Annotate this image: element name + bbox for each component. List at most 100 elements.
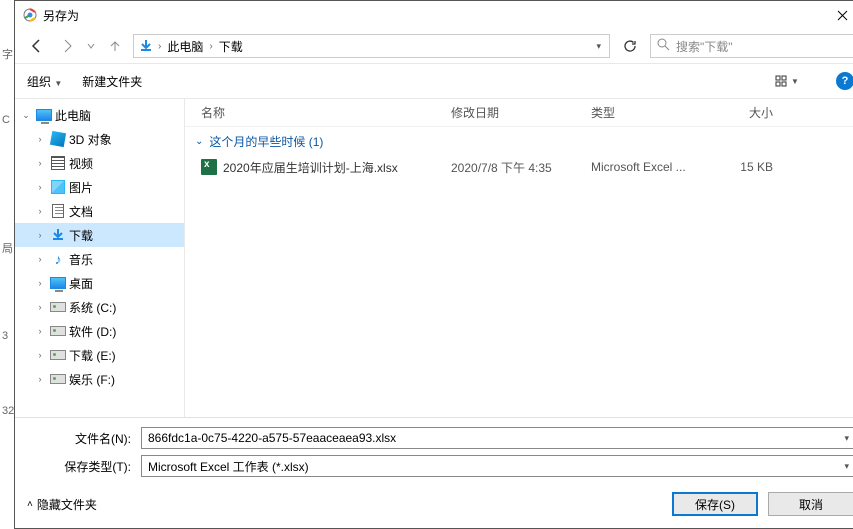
tree-item-label: 娱乐 (F:) <box>69 371 115 388</box>
monitor-icon <box>35 106 53 124</box>
back-button[interactable] <box>25 34 49 58</box>
tree-item-label: 文档 <box>69 203 93 220</box>
filename-input[interactable]: 866fdc1a-0c75-4220-a575-57eaaceaea93.xls… <box>141 427 853 449</box>
drive-icon <box>49 322 67 340</box>
tree-item[interactable]: › 系统 (C:) <box>15 295 184 319</box>
tree-item[interactable]: › 软件 (D:) <box>15 319 184 343</box>
tree-item-label: 音乐 <box>69 251 93 268</box>
bg-letter: 字 <box>2 46 13 62</box>
tree-item[interactable]: › 图片 <box>15 175 184 199</box>
doc-icon <box>49 202 67 220</box>
download-folder-icon <box>138 38 154 54</box>
drive-icon <box>49 370 67 388</box>
file-row[interactable]: 2020年应届生培训计划-上海.xlsx 2020/7/8 下午 4:35Micr… <box>185 156 853 178</box>
address-bar[interactable]: › 此电脑 › 下载 ▾ <box>133 34 610 58</box>
chevron-down-icon: ⌄ <box>195 136 203 147</box>
view-options-button[interactable]: ▼ <box>768 70 806 92</box>
tree-item[interactable]: ›桌面 <box>15 271 184 295</box>
tree-item[interactable]: › 下载 (E:) <box>15 343 184 367</box>
tree-item-label: 系统 (C:) <box>69 299 116 316</box>
expand-icon[interactable]: › <box>33 300 47 314</box>
tree-item-label: 下载 (E:) <box>69 347 116 364</box>
up-button[interactable] <box>103 34 127 58</box>
file-type: Microsoft Excel ... <box>591 160 711 174</box>
expand-icon[interactable]: › <box>33 204 47 218</box>
expand-icon[interactable]: › <box>33 252 47 266</box>
chevron-right-icon: › <box>209 41 212 52</box>
tree-item[interactable]: › 文档 <box>15 199 184 223</box>
titlebar: 另存为 <box>15 1 853 29</box>
expand-icon[interactable]: › <box>33 276 47 290</box>
search-box[interactable]: 搜索"下载" <box>650 34 853 58</box>
file-list-pane: 名称 修改日期 类型 大小 ⌄ 这个月的早些时候 (1) 2020年应届生培训计… <box>185 99 853 417</box>
chrome-icon <box>23 8 37 22</box>
tree-item[interactable]: › 视频 <box>15 151 184 175</box>
search-placeholder: 搜索"下载" <box>676 38 733 55</box>
dialog-footer: ˄ 隐藏文件夹 保存(S) 取消 <box>15 480 853 528</box>
filename-label: 文件名(N): <box>25 430 135 447</box>
search-icon <box>657 38 670 54</box>
drive-icon <box>49 346 67 364</box>
tree-item-label: 下载 <box>69 227 93 244</box>
tree-item[interactable]: › 3D 对象 <box>15 127 184 151</box>
tree-root-this-pc[interactable]: ⌄ 此电脑 <box>15 103 184 127</box>
monitor-icon <box>49 274 67 292</box>
tree-item[interactable]: › 娱乐 (F:) <box>15 367 184 391</box>
save-as-dialog: 另存为 › 此电脑 › 下载 ▾ <box>14 0 853 529</box>
drive-icon <box>49 298 67 316</box>
tree-item-label: 软件 (D:) <box>69 323 116 340</box>
tree-item[interactable]: ›♪音乐 <box>15 247 184 271</box>
expand-icon[interactable]: › <box>33 156 47 170</box>
savetype-select[interactable]: Microsoft Excel 工作表 (*.xlsx) ▾ <box>141 455 853 477</box>
file-size: 15 KB <box>711 160 781 174</box>
breadcrumb-seg-0[interactable]: 此电脑 <box>165 38 205 55</box>
cube-icon <box>49 130 67 148</box>
tree-item-label: 视频 <box>69 155 93 172</box>
chevron-right-icon: › <box>158 41 161 52</box>
organize-button[interactable]: 组织 ▼ <box>27 73 62 90</box>
column-name[interactable]: 名称 <box>201 104 451 121</box>
bg-letter: 局 <box>2 240 13 256</box>
bg-letter: 32 <box>2 405 14 417</box>
expand-icon[interactable]: › <box>33 324 47 338</box>
history-dropdown[interactable] <box>85 34 97 58</box>
cancel-button[interactable]: 取消 <box>768 492 853 516</box>
close-button[interactable] <box>820 1 853 29</box>
column-headers: 名称 修改日期 类型 大小 <box>185 99 853 127</box>
savetype-label: 保存类型(T): <box>25 458 135 475</box>
expand-icon[interactable]: › <box>33 132 47 146</box>
new-folder-button[interactable]: 新建文件夹 <box>82 73 142 90</box>
nav-tree: ⌄ 此电脑 ›3D 对象›视频›图片›文档›下载›♪音乐›桌面›系统 (C:)›… <box>15 99 185 417</box>
tree-item-label: 3D 对象 <box>69 131 112 148</box>
column-modified[interactable]: 修改日期 <box>451 104 591 121</box>
chevron-down-icon[interactable]: ▾ <box>844 433 849 444</box>
file-modified: 2020/7/8 下午 4:35 <box>451 159 591 176</box>
dialog-title: 另存为 <box>43 7 79 24</box>
expand-icon[interactable]: › <box>33 372 47 386</box>
tree-item-label: 图片 <box>69 179 93 196</box>
hide-folders-toggle[interactable]: ˄ 隐藏文件夹 <box>27 496 97 513</box>
bg-letter: C <box>2 114 10 126</box>
chevron-down-icon[interactable]: ▾ <box>844 461 849 472</box>
collapse-icon[interactable]: ⌄ <box>19 108 33 122</box>
expand-icon[interactable]: › <box>33 180 47 194</box>
file-name: 2020年应届生培训计划-上海.xlsx <box>223 159 398 176</box>
nav-row: › 此电脑 › 下载 ▾ 搜索"下载" <box>15 29 853 63</box>
tree-item[interactable]: › 下载 <box>15 223 184 247</box>
excel-file-icon <box>201 159 217 175</box>
expand-icon[interactable]: › <box>33 228 47 242</box>
column-size[interactable]: 大小 <box>711 104 781 121</box>
help-button[interactable]: ? <box>836 72 853 90</box>
save-button[interactable]: 保存(S) <box>672 492 758 516</box>
bg-letter: 3 <box>2 330 8 342</box>
refresh-button[interactable] <box>616 34 644 58</box>
forward-button[interactable] <box>55 34 79 58</box>
address-dropdown-icon[interactable]: ▾ <box>596 41 605 52</box>
group-header[interactable]: ⌄ 这个月的早些时候 (1) <box>185 127 853 156</box>
column-type[interactable]: 类型 <box>591 104 711 121</box>
expand-icon[interactable]: › <box>33 348 47 362</box>
music-icon: ♪ <box>49 250 67 268</box>
dl-icon <box>49 226 67 244</box>
toolbar: 组织 ▼ 新建文件夹 ▼ ? <box>15 63 853 99</box>
breadcrumb-seg-1[interactable]: 下载 <box>217 38 245 55</box>
